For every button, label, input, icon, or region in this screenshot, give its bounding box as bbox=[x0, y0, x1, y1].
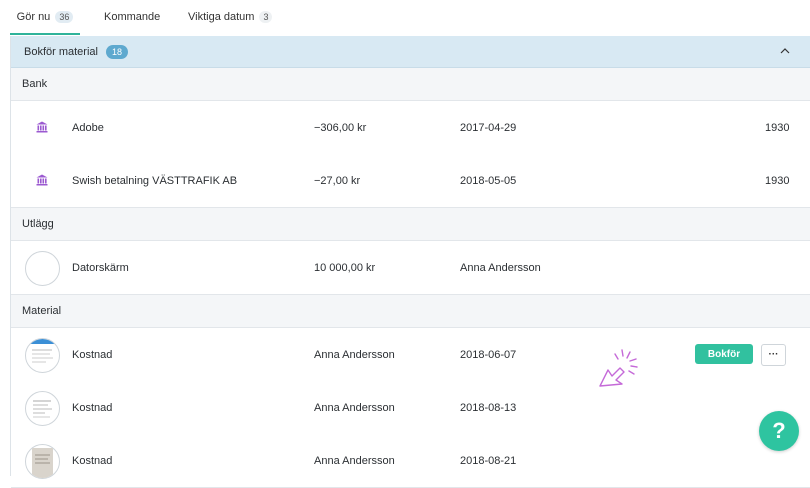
row-account: 1930 bbox=[765, 121, 790, 134]
table-row[interactable]: Swish betalning VÄSTTRAFIK AB −27,00 kr … bbox=[11, 154, 810, 208]
panel-title: Bokför material bbox=[24, 45, 98, 58]
tab-label: Gör nu bbox=[16, 10, 51, 23]
receipt-preview-icon bbox=[26, 339, 59, 363]
row-date: 2017-04-29 bbox=[460, 121, 517, 134]
more-options-button[interactable]: ··· bbox=[761, 344, 786, 366]
table-row[interactable]: Kostnad Anna Andersson 2018-08-21 bbox=[11, 434, 810, 488]
row-person: Anna Andersson bbox=[314, 454, 395, 467]
section-title: Material bbox=[22, 305, 62, 317]
row-amount: −306,00 kr bbox=[314, 121, 367, 134]
panel-header-bokfor-material[interactable]: Bokför material 18 bbox=[11, 36, 810, 68]
bokfor-button[interactable]: Bokför bbox=[695, 344, 753, 364]
receipt-preview-icon bbox=[33, 400, 52, 418]
row-date: 2018-05-05 bbox=[460, 174, 517, 187]
row-name: Kostnad bbox=[72, 401, 113, 414]
row-date: 2018-08-21 bbox=[460, 454, 517, 467]
table-row[interactable]: Kostnad Anna Andersson 2018-06-07 Bokför… bbox=[11, 328, 810, 382]
chevron-up-icon[interactable] bbox=[779, 45, 791, 57]
tab-label: Viktiga datum bbox=[188, 10, 255, 23]
section-utlagg: Utlägg bbox=[11, 208, 810, 241]
tab-bar: Gör nu 36 Kommande Viktiga datum 3 bbox=[10, 0, 810, 35]
tab-count-badge: 36 bbox=[55, 10, 74, 23]
tab-gor-nu[interactable]: Gör nu 36 bbox=[10, 0, 80, 35]
more-icon: ··· bbox=[768, 349, 779, 360]
help-icon: ? bbox=[772, 418, 786, 443]
section-title: Bank bbox=[22, 78, 48, 90]
tab-kommande[interactable]: Kommande bbox=[104, 0, 160, 33]
table-row[interactable]: Kostnad Anna Andersson 2018-08-13 bbox=[11, 381, 810, 435]
row-person: Anna Andersson bbox=[314, 348, 395, 361]
row-person: Anna Andersson bbox=[314, 401, 395, 414]
row-name: Kostnad bbox=[72, 454, 113, 467]
receipt-thumbnail bbox=[25, 251, 60, 286]
receipt-thumbnail bbox=[25, 444, 60, 479]
help-button[interactable]: ? bbox=[759, 411, 799, 451]
row-name: Kostnad bbox=[72, 348, 113, 361]
receipt-preview-icon bbox=[32, 448, 53, 478]
section-bank: Bank bbox=[11, 68, 810, 101]
section-title: Utlägg bbox=[22, 218, 54, 230]
row-person: Anna Andersson bbox=[460, 261, 541, 274]
row-account: 1930 bbox=[765, 174, 790, 187]
panel-count-badge: 18 bbox=[105, 44, 128, 59]
cursor-icon bbox=[599, 349, 638, 387]
table-row[interactable]: Adobe −306,00 kr 2017-04-29 1930 bbox=[11, 101, 810, 155]
bank-icon bbox=[36, 174, 48, 186]
row-name: Datorskärm bbox=[72, 261, 129, 274]
receipt-thumbnail bbox=[25, 391, 60, 426]
table-row[interactable]: Datorskärm 10 000,00 kr Anna Andersson bbox=[11, 241, 810, 295]
tab-count-badge: 3 bbox=[259, 10, 273, 23]
row-date: 2018-06-07 bbox=[460, 348, 517, 361]
receipt-thumbnail bbox=[25, 338, 60, 373]
row-name: Swish betalning VÄSTTRAFIK AB bbox=[72, 174, 238, 187]
row-name: Adobe bbox=[72, 121, 104, 134]
tab-label: Kommande bbox=[104, 10, 161, 23]
bank-icon bbox=[36, 121, 48, 133]
row-amount: 10 000,00 kr bbox=[314, 261, 376, 274]
section-material: Material bbox=[11, 295, 810, 328]
row-amount: −27,00 kr bbox=[314, 174, 361, 187]
tab-viktiga-datum[interactable]: Viktiga datum 3 bbox=[188, 0, 273, 33]
row-date: 2018-08-13 bbox=[460, 401, 517, 414]
material-card: Bokför material 18 Bank Adobe −306,00 kr… bbox=[10, 36, 810, 488]
